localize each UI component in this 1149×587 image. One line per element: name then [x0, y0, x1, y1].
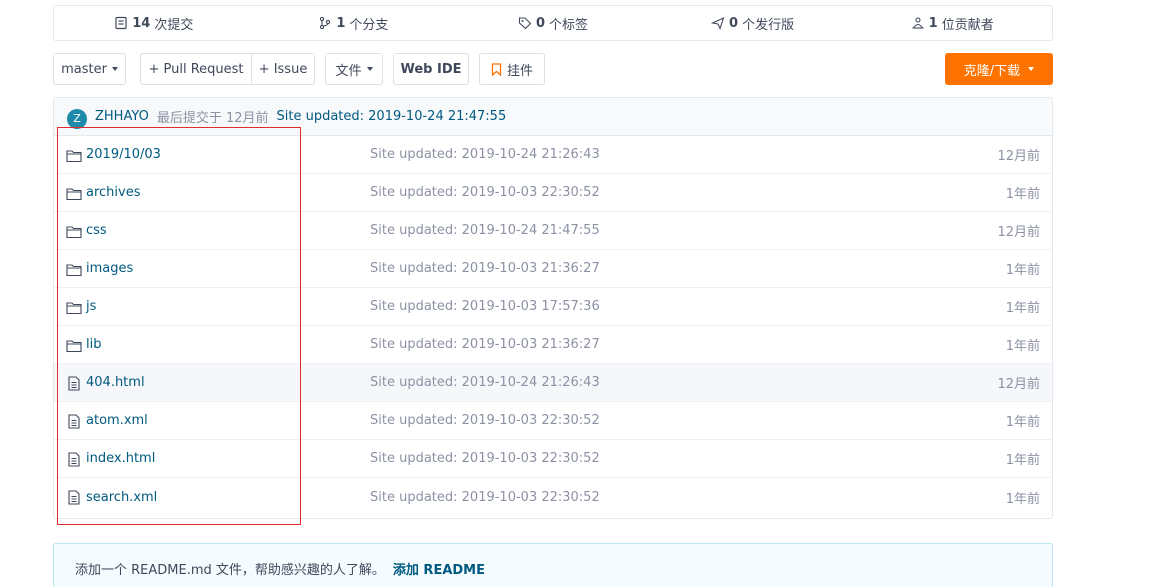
file-name[interactable]: 404.html	[86, 375, 145, 390]
file-name[interactable]: images	[86, 261, 133, 276]
file-commit-message[interactable]: Site updated: 2019-10-24 21:26:43	[370, 375, 600, 390]
releases-count: 0	[729, 15, 739, 31]
file-commit-message[interactable]: Site updated: 2019-10-24 21:47:55	[370, 223, 600, 238]
repo-stats-bar: 14 次提交 1 个分支 0 个标签 0 个发行版 1 位贡献者	[53, 5, 1053, 41]
file-commit-message[interactable]: Site updated: 2019-10-03 22:30:52	[370, 185, 600, 200]
widget-button[interactable]: 挂件	[479, 53, 545, 85]
tags-count: 0	[535, 15, 545, 31]
pull-request-button[interactable]: + Pull Request	[141, 54, 251, 84]
file-commit-message[interactable]: Site updated: 2019-10-03 17:57:36	[370, 299, 600, 314]
file-menu-label: 文件	[335, 63, 362, 79]
commits-label: 次提交	[154, 17, 194, 33]
file-commit-time: 12月前	[997, 377, 1040, 392]
branches-count: 1	[336, 15, 346, 31]
file-name[interactable]: lib	[86, 337, 101, 352]
branch-icon	[320, 16, 331, 30]
file-row[interactable]: 2019/10/03 Site updated: 2019-10-24 21:26…	[54, 136, 1052, 174]
bookmark-icon	[491, 62, 502, 76]
readme-tip: 添加一个 README.md 文件，帮助感兴趣的人了解。 添加 README	[53, 543, 1053, 587]
readme-tip-text: 添加一个 README.md 文件，帮助感兴趣的人了解。	[75, 562, 385, 578]
file-commit-time: 12月前	[997, 149, 1040, 164]
tags-stat[interactable]: 0 个标签	[453, 14, 653, 33]
commit-icon	[115, 16, 127, 30]
file-commit-time: 12月前	[997, 225, 1040, 240]
chevron-down-icon	[111, 67, 118, 71]
file-commit-time: 1年前	[1005, 339, 1040, 354]
branches-label: 个分支	[349, 17, 389, 33]
file-name[interactable]: atom.xml	[86, 413, 148, 428]
file-name[interactable]: search.xml	[86, 490, 157, 505]
contributors-icon	[912, 17, 924, 29]
file-commit-message[interactable]: Site updated: 2019-10-03 22:30:52	[370, 413, 600, 428]
contributors-stat[interactable]: 1 位贡献者	[852, 14, 1052, 33]
file-commit-message[interactable]: Site updated: 2019-10-03 22:30:52	[370, 490, 600, 505]
folder-icon	[66, 338, 82, 353]
commit-author[interactable]: ZHHAYO	[95, 109, 149, 124]
chevron-down-icon	[1028, 67, 1035, 71]
file-name[interactable]: css	[86, 223, 107, 238]
file-row[interactable]: lib Site updated: 2019-10-03 21:36:27 1年前	[54, 326, 1052, 364]
file-commit-time: 1年前	[1005, 453, 1040, 468]
releases-stat[interactable]: 0 个发行版	[653, 14, 853, 33]
file-commit-message[interactable]: Site updated: 2019-10-24 21:26:43	[370, 147, 600, 162]
commit-message[interactable]: Site updated: 2019-10-24 21:47:55	[277, 109, 507, 124]
file-commit-time: 1年前	[1005, 415, 1040, 430]
latest-commit-header: Z ZHHAYO 最后提交于 12月前 Site updated: 2019-1…	[54, 98, 1052, 136]
issue-button[interactable]: + Issue	[251, 54, 314, 84]
contributors-count: 1	[928, 15, 938, 31]
file-icon	[66, 376, 82, 391]
commit-time: 最后提交于 12月前	[156, 111, 269, 126]
web-ide-button[interactable]: Web IDE	[393, 53, 469, 85]
chevron-down-icon	[366, 67, 373, 71]
file-icon	[66, 414, 82, 429]
folder-icon	[66, 224, 82, 239]
avatar[interactable]: Z	[67, 108, 87, 129]
file-commit-message[interactable]: Site updated: 2019-10-03 21:36:27	[370, 337, 600, 352]
tags-label: 个标签	[549, 17, 589, 33]
file-name[interactable]: js	[86, 299, 96, 314]
folder-icon	[66, 262, 82, 277]
folder-icon	[66, 186, 82, 201]
file-tree: Z ZHHAYO 最后提交于 12月前 Site updated: 2019-1…	[53, 97, 1053, 519]
file-menu-button[interactable]: 文件	[325, 53, 383, 85]
file-commit-time: 1年前	[1005, 491, 1040, 507]
file-row[interactable]: atom.xml Site updated: 2019-10-03 22:30:5…	[54, 402, 1052, 440]
file-list: 2019/10/03 Site updated: 2019-10-24 21:26…	[54, 136, 1052, 516]
folder-icon	[66, 148, 82, 163]
commits-count: 14	[132, 15, 151, 31]
widget-label: 挂件	[506, 63, 533, 79]
branch-select[interactable]: master	[53, 53, 126, 85]
tag-icon	[518, 17, 532, 30]
file-row[interactable]: js Site updated: 2019-10-03 17:57:36 1年前	[54, 288, 1052, 326]
file-row[interactable]: images Site updated: 2019-10-03 21:36:27 1…	[54, 250, 1052, 288]
clone-download-label: 克隆/下载	[963, 63, 1021, 79]
branches-stat[interactable]: 1 个分支	[254, 14, 454, 33]
file-row[interactable]: 404.html Site updated: 2019-10-24 21:26:4…	[54, 364, 1052, 402]
file-name[interactable]: 2019/10/03	[86, 147, 161, 162]
file-icon	[66, 490, 82, 505]
new-item-button-group: + Pull Request + Issue	[140, 53, 315, 85]
file-commit-time: 1年前	[1005, 263, 1040, 278]
releases-label: 个发行版	[742, 17, 795, 33]
file-name[interactable]: archives	[86, 185, 141, 200]
folder-icon	[66, 300, 82, 315]
add-readme-link[interactable]: 添加 README	[393, 559, 485, 578]
file-row[interactable]: index.html Site updated: 2019-10-03 22:30…	[54, 440, 1052, 478]
file-commit-message[interactable]: Site updated: 2019-10-03 21:36:27	[370, 261, 600, 276]
branch-select-label: master	[61, 61, 107, 77]
file-name[interactable]: index.html	[86, 451, 155, 466]
file-commit-message[interactable]: Site updated: 2019-10-03 22:30:52	[370, 451, 600, 466]
file-row[interactable]: search.xml Site updated: 2019-10-03 22:30…	[54, 478, 1052, 516]
file-row[interactable]: css Site updated: 2019-10-24 21:47:55 12月前	[54, 212, 1052, 250]
commits-stat[interactable]: 14 次提交	[54, 14, 254, 33]
contributors-label: 位贡献者	[941, 17, 994, 33]
file-row[interactable]: archives Site updated: 2019-10-03 22:30:5…	[54, 174, 1052, 212]
clone-download-button[interactable]: 克隆/下载	[945, 53, 1053, 85]
release-icon	[711, 16, 725, 30]
file-icon	[66, 452, 82, 467]
file-commit-time: 1年前	[1005, 301, 1040, 316]
file-commit-time: 1年前	[1005, 187, 1040, 202]
